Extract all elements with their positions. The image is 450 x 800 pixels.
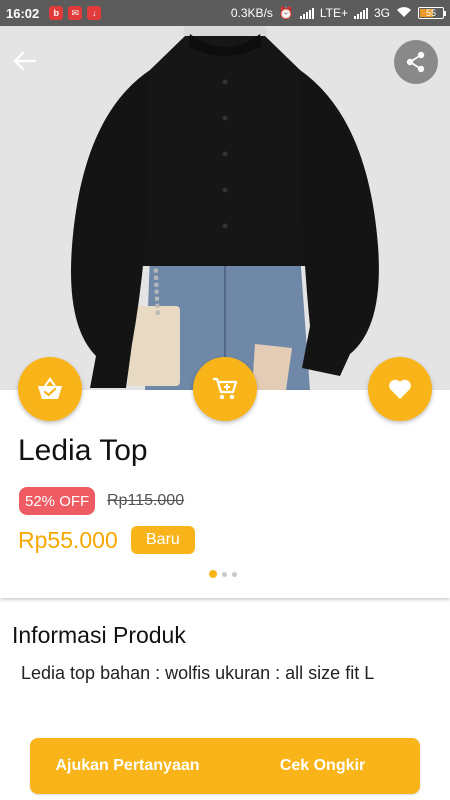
add-to-basket-button[interactable] [18,357,82,421]
signal-icon-2 [353,7,368,19]
product-price: Rp55.000 [18,527,118,553]
pager-dot[interactable] [209,570,217,578]
product-info-heading: Informasi Produk [12,622,186,648]
mail-notification-icon: ✉ [68,6,83,20]
add-to-cart-button[interactable] [193,357,257,421]
image-pager [209,570,237,578]
pager-dot[interactable] [232,571,237,577]
product-summary-card: Ledia Top 52% OFF Rp115.000 Rp55.000 Bar… [0,390,450,598]
original-price: Rp115.000 [107,492,185,509]
status-indicators: 0.3KB/s ⏰ LTE+ 3G 55 [230,6,446,21]
network-speed: 0.3KB/s [230,6,273,20]
signal-icon [299,7,314,19]
download-notification-icon: ↓ [87,6,102,20]
heart-icon [389,379,411,399]
wifi-icon [396,6,412,21]
network-type-1: LTE+ [319,6,348,20]
cart-plus-icon [213,377,238,400]
arrow-left-icon [14,52,36,70]
back-button[interactable] [8,44,42,78]
condition-badge: Baru [131,526,195,554]
battery-level: 55 [425,8,436,18]
pager-dot[interactable] [222,571,227,577]
network-type-2: 3G [373,6,390,20]
discount-badge: 52% OFF [19,487,96,515]
product-description: Ledia top bahan : wolfis ukuran : all si… [21,663,375,683]
share-button[interactable] [394,40,438,84]
app-notification-icon: b [49,6,64,20]
wishlist-button[interactable] [368,357,432,421]
status-time: 16:02 [6,5,40,21]
check-shipping-button[interactable]: Cek Ongkir [225,738,420,794]
notification-icons: b ✉ ↓ [49,6,102,20]
status-bar: 16:02 b ✉ ↓ 0.3KB/s ⏰ LTE+ 3G 55 [0,0,450,26]
battery-icon: 55 [418,7,446,19]
alarm-icon: ⏰ [278,6,294,20]
product-image[interactable] [0,26,450,390]
ask-question-button[interactable]: Ajukan Pertanyaan [30,738,225,794]
basket-check-icon [38,377,62,399]
share-icon [406,51,425,73]
bottom-action-bar: Ajukan Pertanyaan Cek Ongkir [30,738,420,794]
product-title: Ledia Top [18,434,148,467]
product-photo [0,26,450,390]
